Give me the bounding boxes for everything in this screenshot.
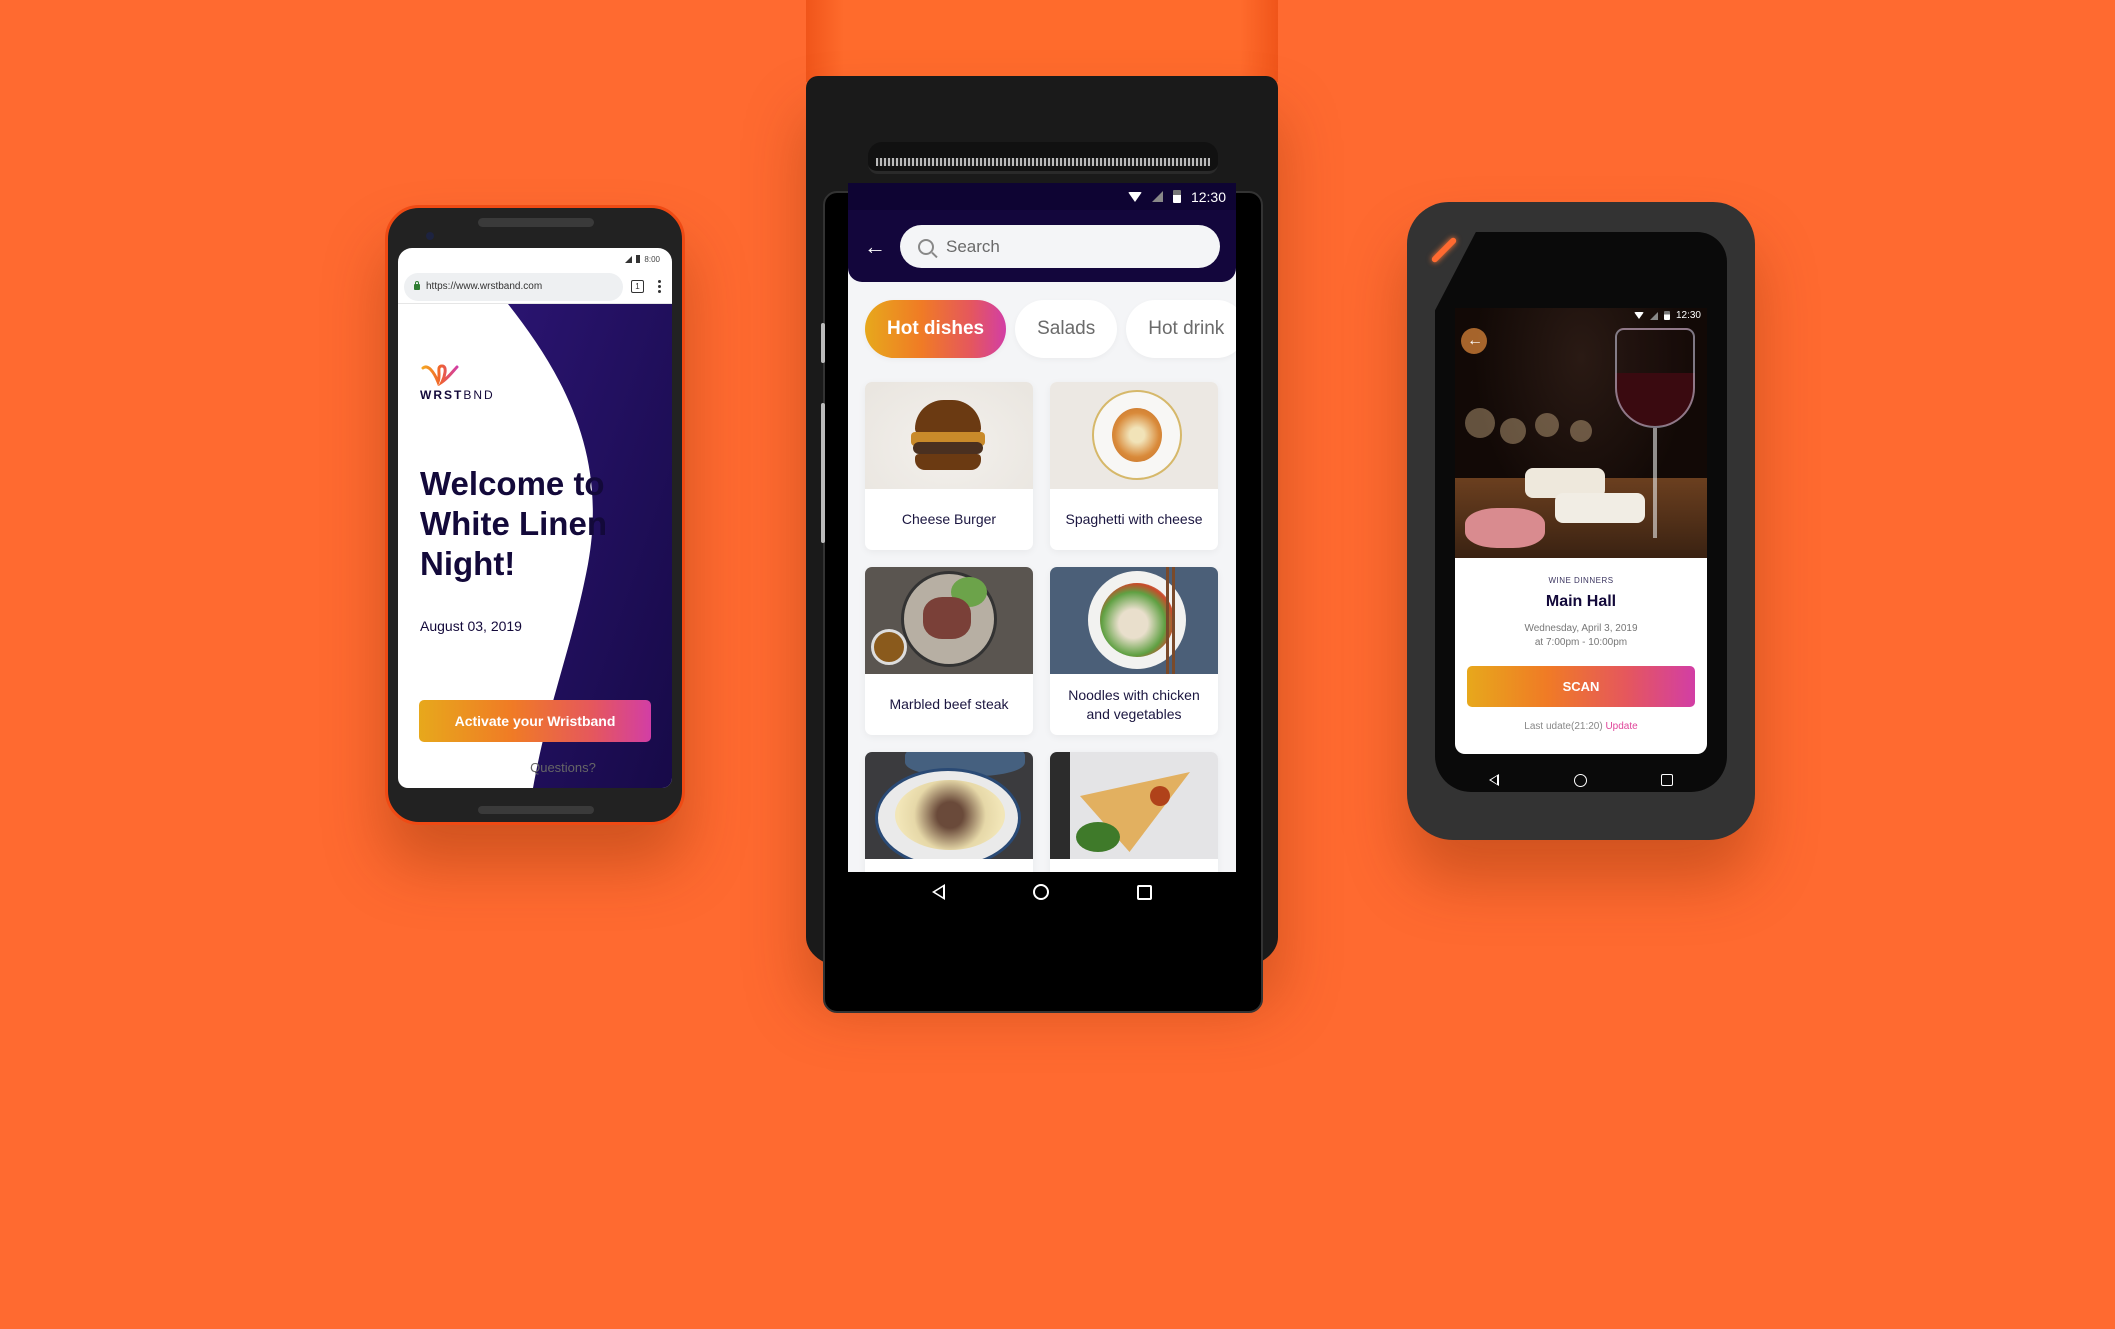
event-date-line: Wednesday, April 3, 2019 — [1524, 623, 1638, 634]
event-scan-screen: 12:30 ← WINE DINNERS Main Hall Wednesday… — [1455, 308, 1707, 754]
status-time: 12:30 — [1190, 188, 1226, 205]
back-icon[interactable] — [932, 884, 945, 900]
signal-icon — [1649, 311, 1658, 320]
status-time: 12:30 — [1675, 310, 1701, 321]
menu-item-name: Noodles with chicken and vegetables — [1068, 686, 1200, 722]
back-arrow-icon[interactable]: ← — [1467, 332, 1483, 350]
tab-switcher-button[interactable]: 1 — [631, 280, 644, 293]
scan-button[interactable]: SCAN — [1467, 666, 1695, 707]
home-icon[interactable] — [1033, 884, 1049, 900]
status-bar: 8:00 — [398, 248, 672, 270]
category-tab-hot-dishes[interactable]: Hot dishes — [865, 300, 1007, 358]
event-date: August 03, 2019 — [420, 618, 522, 634]
questions-link[interactable]: Questions? — [398, 760, 628, 775]
android-nav-bar — [1455, 765, 1707, 795]
noodles-image — [1050, 567, 1218, 674]
event-datetime: Wednesday, April 3, 2019 at 7:00pm - 10:… — [1455, 622, 1707, 650]
wrstbnd-logo: WRSTBND — [420, 362, 495, 402]
url-text: https://www.wrstband.com — [426, 281, 543, 292]
search-row: ← — [848, 210, 1236, 268]
menu-item-card[interactable]: Marbled beef steak — [865, 567, 1033, 735]
menu-item-name: Spaghetti with cheese — [1065, 511, 1203, 527]
status-bar: 12:30 — [848, 183, 1236, 210]
recents-icon[interactable] — [1137, 884, 1152, 900]
event-venue-title: Main Hall — [1545, 593, 1617, 610]
scanner-led — [1430, 236, 1458, 264]
activate-wristband-button[interactable]: Activate your Wristband — [419, 700, 651, 742]
menu-item-name: Marbled beef steak — [889, 696, 1009, 712]
browser-toolbar: https://www.wrstband.com 1 — [398, 270, 672, 304]
app-header: 12:30 ← — [848, 183, 1236, 282]
back-icon[interactable] — [1489, 774, 1499, 786]
event-category: WINE DINNERS — [1548, 576, 1614, 585]
battery-icon — [1172, 190, 1181, 203]
side-button[interactable] — [821, 403, 825, 543]
menu-item-card[interactable] — [1050, 752, 1218, 872]
recents-icon[interactable] — [1661, 774, 1673, 786]
loaded-fries-image — [865, 752, 1033, 859]
menu-item-card[interactable]: Spaghetti with cheese — [1050, 382, 1218, 550]
pizza-image — [1050, 752, 1218, 859]
signal-icon — [625, 255, 633, 263]
left-phone-device: 8:00 https://www.wrstband.com 1 WRSTBND … — [385, 205, 685, 825]
front-camera — [426, 232, 434, 240]
earpiece-speaker — [478, 218, 594, 227]
category-tab-hot-drink[interactable]: Hot drink — [1126, 300, 1236, 358]
menu-dot-icon — [657, 280, 661, 283]
battery-icon — [1663, 311, 1670, 320]
printer-cover — [806, 0, 1278, 82]
menu-app-screen: 12:30 ← Hot dishes Salads Hot drink Chee… — [848, 183, 1236, 872]
last-update-text: Last udate(21:20) — [1524, 721, 1603, 732]
menu-grid: Cheese Burger Spaghetti with cheese Marb… — [848, 358, 1236, 872]
receipt-printer-slot — [868, 142, 1218, 174]
category-tabs: Hot dishes Salads Hot drink — [848, 282, 1236, 358]
status-time: 8:00 — [644, 254, 660, 264]
lock-icon — [414, 280, 420, 290]
event-details: WINE DINNERS Main Hall Wednesday, April … — [1455, 558, 1707, 732]
search-input[interactable] — [946, 236, 1146, 257]
spaghetti-image — [1050, 382, 1218, 489]
last-update-row: Last udate(21:20) Update — [1455, 721, 1707, 732]
home-icon[interactable] — [1573, 773, 1587, 787]
search-icon — [918, 238, 934, 255]
event-time-line: at 7:00pm - 10:00pm — [1534, 637, 1628, 648]
tear-bar — [876, 158, 1210, 166]
menu-item-card[interactable]: Cheese Burger — [865, 382, 1033, 550]
volume-button[interactable] — [821, 323, 825, 363]
browser-menu-button[interactable] — [652, 280, 666, 293]
category-tab-salads[interactable]: Salads — [1015, 300, 1118, 358]
logo-wordmark-bold: WRST — [420, 388, 464, 402]
landing-page: WRSTBND Welcome to White Linen Night! Au… — [398, 304, 672, 788]
logo-wordmark: WRSTBND — [420, 388, 495, 402]
battery-icon — [636, 255, 641, 263]
menu-item-card[interactable]: Noodles with chicken and vegetables — [1050, 567, 1218, 735]
menu-item-name: Cheese Burger — [901, 511, 997, 527]
bottom-speaker — [478, 806, 594, 814]
address-bar[interactable]: https://www.wrstband.com — [404, 272, 623, 301]
wine-dinner-image: 12:30 ← — [1455, 308, 1707, 558]
beef-steak-image — [865, 567, 1033, 674]
update-link[interactable]: Update — [1605, 721, 1637, 732]
search-field[interactable] — [900, 225, 1220, 268]
menu-item-card[interactable] — [865, 752, 1033, 872]
status-bar: 12:30 — [1633, 310, 1701, 321]
back-arrow-icon[interactable]: ← — [864, 235, 886, 258]
android-nav-bar — [848, 872, 1236, 912]
logo-wordmark-light: BND — [463, 388, 495, 402]
wifi-icon — [1633, 312, 1644, 319]
menu-dot-icon — [657, 285, 661, 288]
cheese-burger-image — [865, 382, 1033, 489]
signal-icon — [1151, 191, 1163, 202]
wristband-logo-icon — [421, 364, 459, 386]
welcome-title: Welcome to White Linen Night! — [420, 465, 607, 582]
menu-dot-icon — [657, 290, 661, 293]
left-phone-screen: 8:00 https://www.wrstband.com 1 WRSTBND … — [398, 248, 672, 788]
wifi-icon — [1127, 191, 1142, 202]
